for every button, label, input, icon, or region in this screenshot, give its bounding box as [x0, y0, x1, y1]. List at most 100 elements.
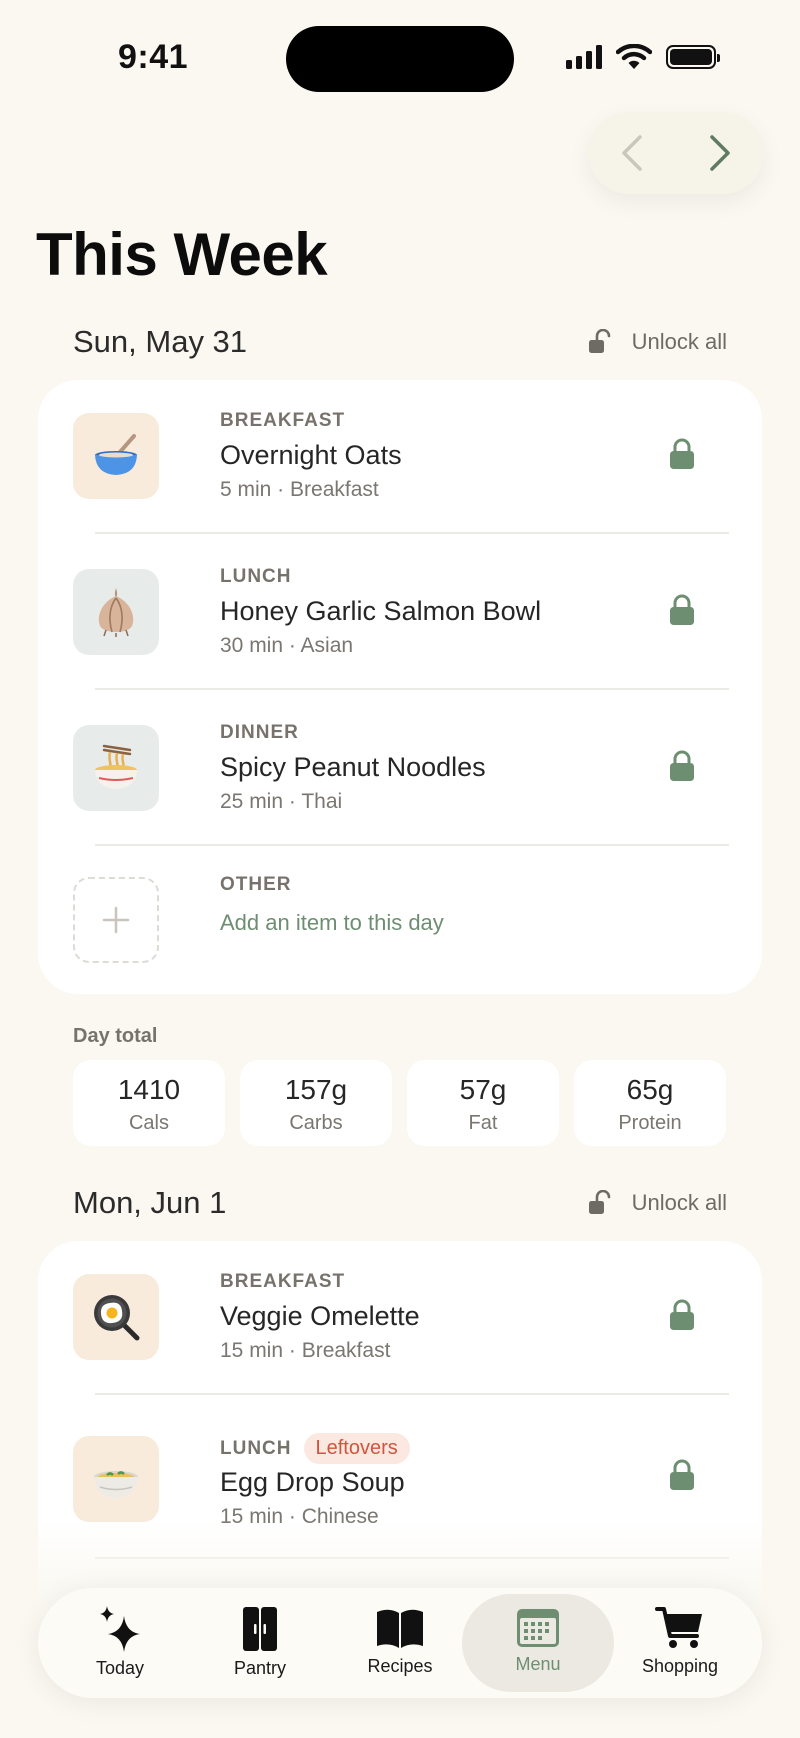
tab-label: Recipes [367, 1656, 433, 1676]
cellular-signal-icon [566, 45, 602, 69]
unlock-all-button[interactable]: Unlock all [588, 1190, 727, 1216]
meal-row[interactable]: BREAKFAST Veggie Omelette 15 min · Break… [73, 1241, 727, 1397]
lock-icon [670, 438, 694, 469]
meal-name: Spicy Peanut Noodles [220, 752, 486, 782]
week-nav [588, 112, 764, 194]
meal-name: Honey Garlic Salmon Bowl [220, 596, 542, 626]
meal-type-label: LUNCH [220, 1437, 292, 1459]
total-carbs: 157g Carbs [240, 1060, 392, 1146]
total-value: 57g [459, 1074, 507, 1105]
unlock-all-button[interactable]: Unlock all [588, 329, 727, 355]
meal-thumbnail [73, 569, 159, 655]
total-label: Protein [618, 1112, 682, 1134]
meal-row[interactable]: DINNER Spicy Peanut Noodles 25 min · Tha… [73, 692, 727, 848]
day-header: Sun, May 31 Unlock all [73, 320, 727, 364]
meal-thumbnail [73, 1436, 159, 1522]
add-item-thumbnail[interactable] [73, 877, 159, 963]
cart-icon [655, 1607, 702, 1648]
meal-name: Veggie Omelette [220, 1301, 420, 1331]
total-label: Carbs [289, 1112, 343, 1134]
page-title: This Week [36, 221, 328, 288]
total-value: 65g [626, 1074, 674, 1105]
dynamic-island [286, 26, 514, 92]
meal-details: 15 min · Breakfast [220, 1339, 391, 1362]
tab-today[interactable]: Today [50, 1594, 190, 1692]
day-card: BREAKFAST Overnight Oats 5 min · Breakfa… [38, 380, 762, 994]
unlock-all-label: Unlock all [631, 1190, 727, 1215]
lock-icon [670, 750, 694, 781]
divider [95, 532, 729, 534]
divider [95, 688, 729, 690]
total-value: 157g [284, 1074, 348, 1105]
previous-week-button[interactable] [602, 123, 662, 183]
tab-recipes[interactable]: Recipes [330, 1594, 470, 1692]
lock-toggle[interactable] [669, 594, 695, 631]
meal-type: LUNCH Leftovers [220, 1433, 410, 1464]
lock-toggle[interactable] [669, 1459, 695, 1496]
meal-type: OTHER [220, 874, 292, 895]
status-time: 9:41 [118, 38, 189, 76]
meal-type: LUNCH [220, 566, 292, 587]
total-label: Fat [468, 1112, 498, 1134]
total-fat: 57g Fat [407, 1060, 559, 1146]
noodles-icon [95, 744, 137, 789]
meal-name: Egg Drop Soup [220, 1467, 405, 1497]
unlock-icon [588, 1190, 610, 1214]
leftovers-badge: Leftovers [303, 1433, 410, 1464]
tab-menu[interactable]: Menu [462, 1594, 614, 1692]
tab-label: Shopping [641, 1656, 719, 1676]
meal-row[interactable]: BREAKFAST Overnight Oats 5 min · Breakfa… [73, 380, 727, 536]
total-protein: 65g Protein [574, 1060, 726, 1146]
total-label: Cals [128, 1112, 169, 1134]
lock-toggle[interactable] [669, 438, 695, 475]
day-title: Mon, Jun 1 [73, 1185, 227, 1220]
meal-type: BREAKFAST [220, 1271, 346, 1292]
meal-name: Overnight Oats [220, 440, 402, 470]
meal-type: DINNER [220, 722, 299, 743]
meal-thumbnail [73, 1274, 159, 1360]
lock-toggle[interactable] [669, 750, 695, 787]
tab-label: Pantry [233, 1658, 287, 1678]
cabinet-icon [243, 1607, 277, 1651]
chevron-left-icon [622, 135, 642, 171]
wifi-icon [616, 44, 652, 69]
soup-bowl-icon [94, 1471, 138, 1498]
plus-icon [102, 906, 130, 934]
lock-icon [670, 594, 694, 625]
divider [95, 844, 729, 846]
garlic-icon [98, 588, 134, 637]
meal-type: BREAKFAST [220, 410, 346, 431]
frying-pan-egg-icon [94, 1295, 140, 1341]
tab-bar: Today Pantry Recipes Menu Shopping [38, 1588, 762, 1698]
next-week-button[interactable] [690, 123, 750, 183]
lock-icon [670, 1459, 694, 1490]
tab-pantry[interactable]: Pantry [190, 1594, 330, 1692]
bowl-icon [95, 434, 137, 475]
status-icons [566, 44, 720, 70]
meal-details: 25 min · Thai [220, 790, 343, 813]
total-value: 1410 [117, 1074, 181, 1105]
tab-label: Today [95, 1658, 145, 1678]
total-calories: 1410 Cals [73, 1060, 225, 1146]
lock-icon [670, 1299, 694, 1330]
tab-shopping[interactable]: Shopping [610, 1594, 750, 1692]
lock-toggle[interactable] [669, 1299, 695, 1336]
meal-details: 5 min · Breakfast [220, 478, 379, 501]
tab-label: Menu [515, 1654, 561, 1674]
unlock-icon [588, 329, 610, 353]
meal-details: 30 min · Asian [220, 634, 354, 657]
day-title: Sun, May 31 [73, 324, 248, 359]
day-total-label: Day total [73, 1025, 158, 1047]
day-header: Mon, Jun 1 Unlock all [73, 1181, 727, 1225]
sparkles-icon [100, 1606, 140, 1652]
divider [95, 1393, 729, 1395]
battery-icon [666, 45, 720, 69]
open-book-icon [377, 1609, 423, 1648]
calendar-icon [517, 1609, 559, 1647]
unlock-all-label: Unlock all [631, 329, 727, 354]
day-totals: 1410 Cals 157g Carbs 57g Fat 65g Protein [73, 1060, 726, 1146]
add-item-row[interactable]: OTHER Add an item to this day [73, 848, 727, 994]
meal-thumbnail [73, 725, 159, 811]
add-item-link[interactable]: Add an item to this day [220, 910, 444, 936]
meal-row[interactable]: LUNCH Honey Garlic Salmon Bowl 30 min · … [73, 536, 727, 692]
